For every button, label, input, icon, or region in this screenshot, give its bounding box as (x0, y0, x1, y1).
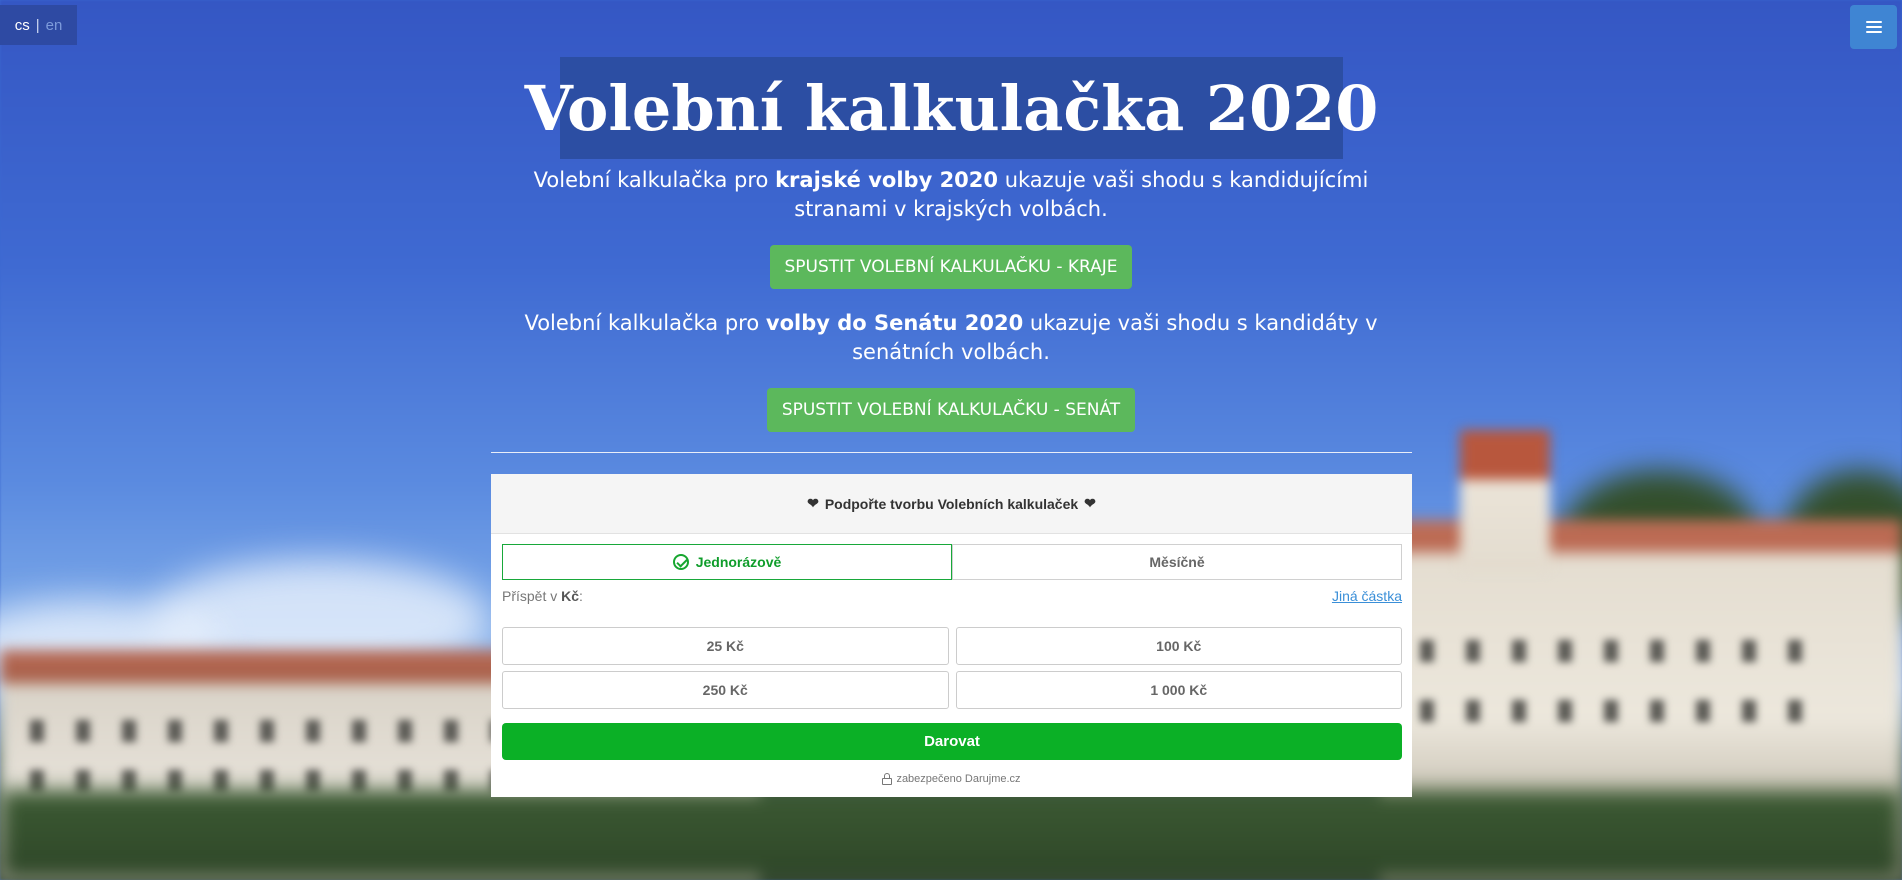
regional-text-bold: krajské volby 2020 (775, 168, 999, 192)
start-regional-calculator-button[interactable]: SPUSTIT VOLEBNÍ KALKULAČKU - KRAJE (770, 245, 1132, 289)
frequency-selector: Jednorázově Měsíčně (502, 544, 1402, 580)
page-title: Volební kalkulačka 2020 (524, 71, 1379, 145)
donate-button[interactable]: Darovat (502, 723, 1402, 760)
divider (491, 452, 1412, 453)
heart-icon: ❤ (807, 495, 819, 511)
amount-option-25[interactable]: 25 Kč (502, 627, 949, 665)
regional-description: Volební kalkulačka pro krajské volby 202… (500, 166, 1402, 224)
page-title-box: Volební kalkulačka 2020 (525, 57, 1378, 159)
lang-separator: | (35, 16, 40, 34)
amount-option-100[interactable]: 100 Kč (955, 627, 1402, 665)
one-time-label: Jednorázově (695, 554, 782, 570)
amount-label: Příspět v Kč: (502, 588, 583, 604)
one-time-option[interactable]: Jednorázově (502, 544, 952, 580)
amount-label-row: Příspět v Kč: Jiná částka (502, 588, 1402, 608)
senate-text-bold: volby do Senátu 2020 (765, 311, 1024, 335)
hamburger-icon (1865, 21, 1882, 33)
regional-text-pre: Volební kalkulačka pro (533, 168, 776, 192)
senate-text-pre: Volební kalkulačka pro (524, 311, 766, 335)
monthly-label: Měsíčně (1149, 554, 1205, 570)
amount-options: 25 Kč 100 Kč 250 Kč 1 000 Kč (502, 627, 1402, 709)
start-senate-calculator-button[interactable]: SPUSTIT VOLEBNÍ KALKULAČKU - SENÁT (767, 388, 1135, 432)
lock-icon (882, 773, 893, 785)
donation-heading: ❤ Podpořte tvorbu Volebních kalkulaček ❤ (491, 474, 1412, 534)
lang-en-link[interactable]: en (46, 17, 63, 34)
other-amount-link[interactable]: Jiná částka (1332, 588, 1402, 604)
amount-option-1000[interactable]: 1 000 Kč (955, 671, 1402, 709)
lang-cs-link[interactable]: cs (15, 17, 30, 34)
donation-heading-text: Podpořte tvorbu Volebních kalkulaček (824, 495, 1079, 512)
check-circle-icon (672, 554, 689, 570)
language-switcher: cs | en (0, 5, 77, 45)
amount-option-250[interactable]: 250 Kč (502, 671, 949, 709)
secured-notice: zabezpečeno Darujme.cz (491, 771, 1412, 787)
menu-button[interactable] (1850, 5, 1897, 49)
secured-text[interactable]: zabezpečeno Darujme.cz (896, 773, 1020, 785)
donation-widget: ❤ Podpořte tvorbu Volebních kalkulaček ❤… (491, 474, 1412, 797)
heart-icon: ❤ (1084, 495, 1096, 511)
monthly-option[interactable]: Měsíčně (952, 544, 1402, 580)
senate-description: Volební kalkulačka pro volby do Senátu 2… (500, 309, 1402, 367)
